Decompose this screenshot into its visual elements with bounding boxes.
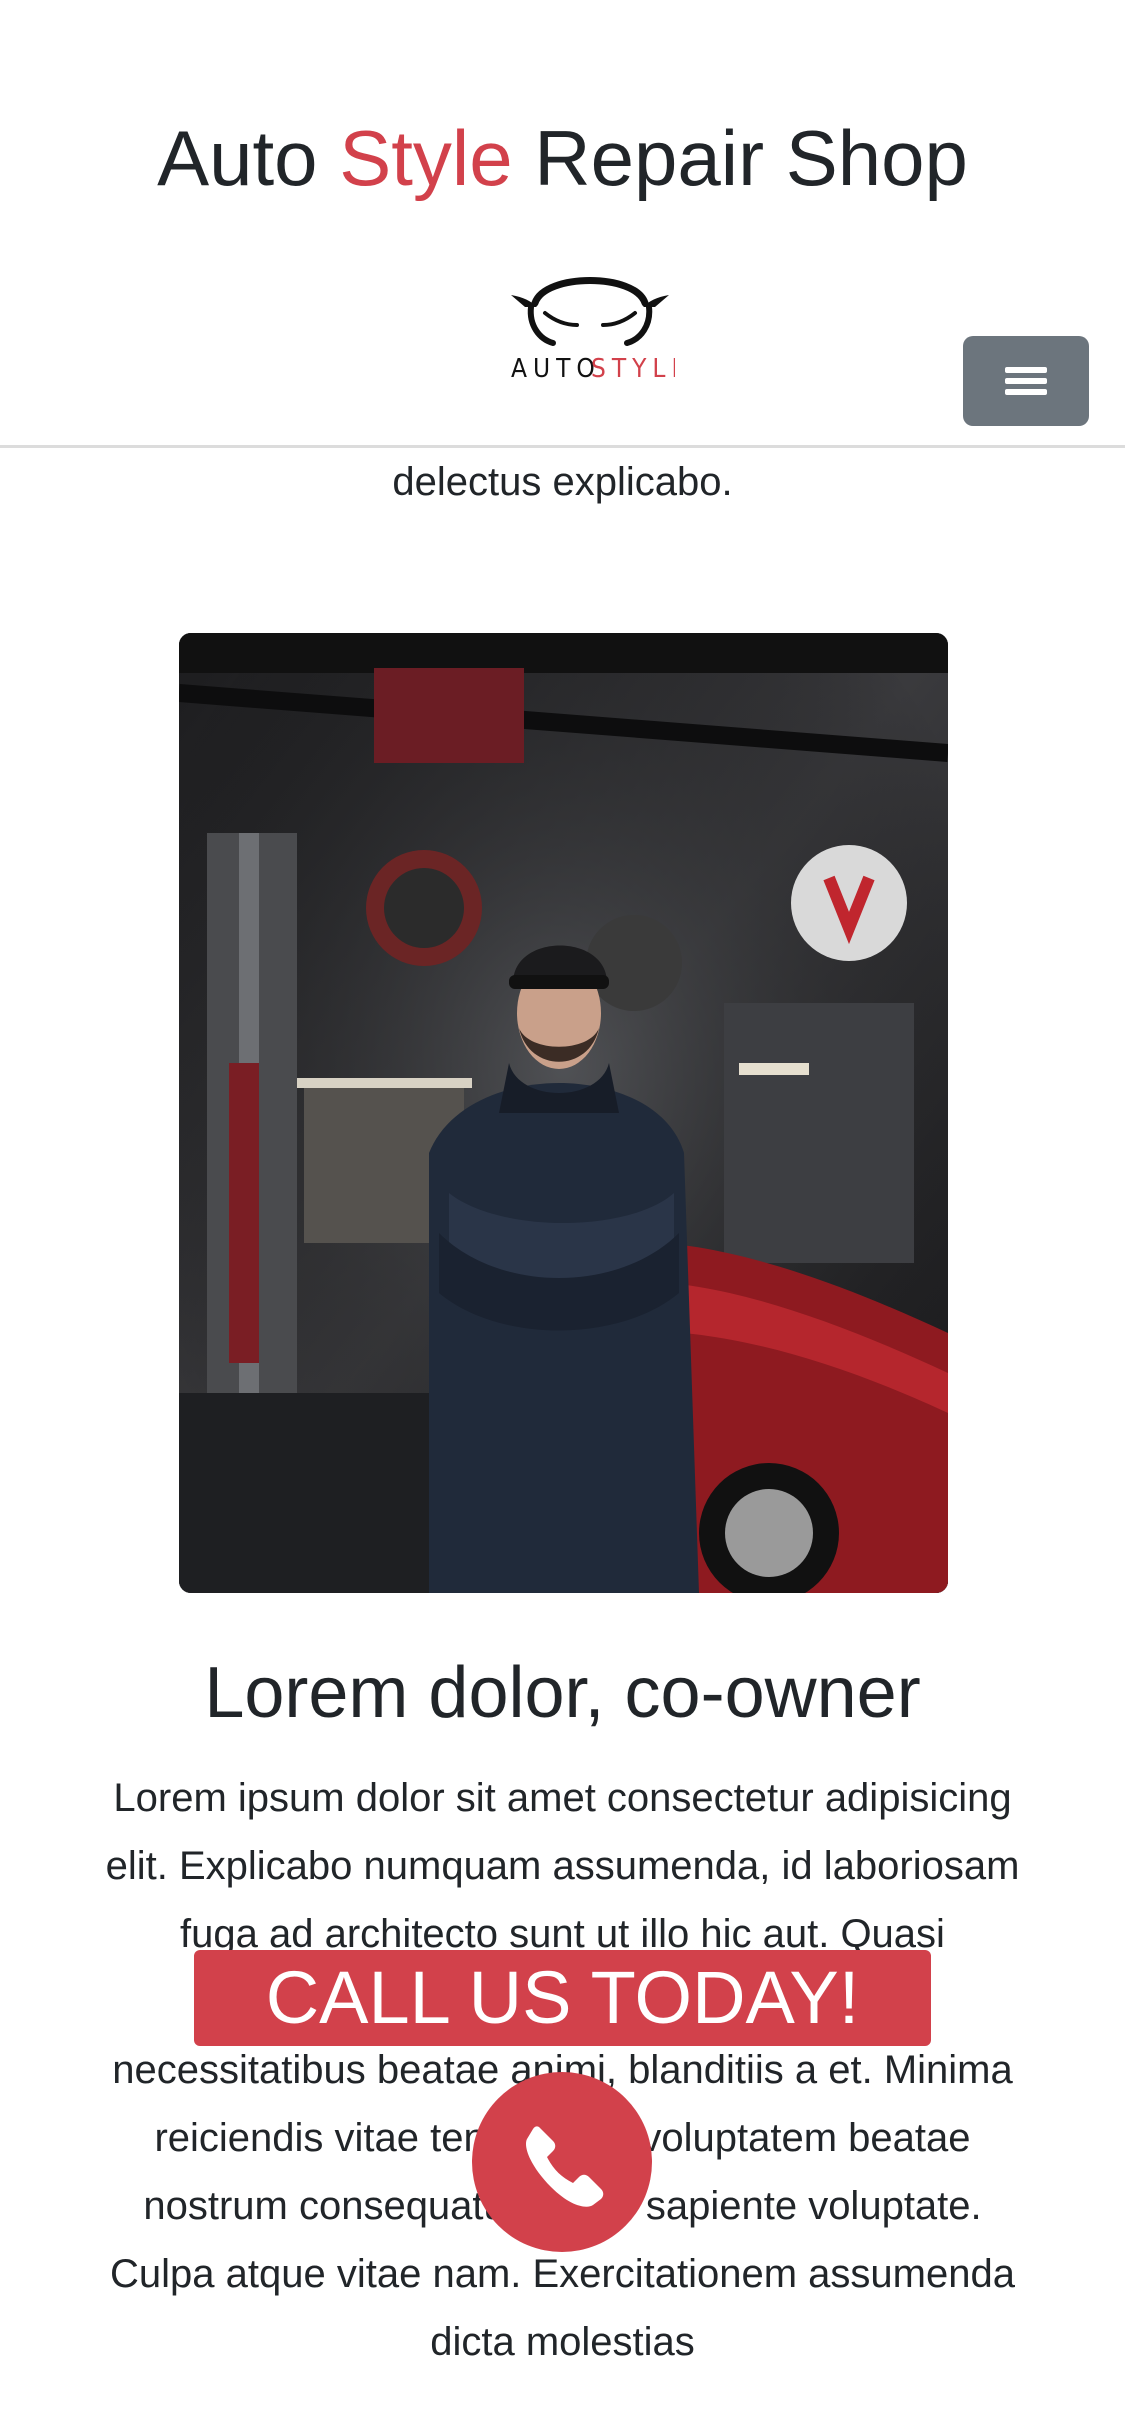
mechanic-photo (179, 633, 948, 1593)
site-title: Auto Style Repair Shop (0, 108, 1125, 208)
call-button[interactable] (472, 2072, 652, 2252)
autostyle-logo[interactable]: AUTO STYLE (505, 255, 675, 383)
site-title-part2: Repair Shop (512, 114, 968, 202)
site-header: Auto Style Repair Shop AUTO STYLE (0, 0, 1125, 448)
person-name-heading: Lorem dolor, co-owner (204, 1653, 921, 1733)
logo-text-accent: STYLE (591, 354, 675, 383)
call-us-today-button[interactable]: CALL US TODAY! (194, 1950, 931, 2046)
car-logo-icon: AUTO STYLE (511, 277, 675, 383)
phone-icon (526, 2126, 604, 2207)
person-bio: Lorem ipsum dolor sit amet consectetur a… (105, 1776, 1020, 2364)
site-title-part1: Auto (157, 114, 340, 202)
logo-text-dark: AUTO (511, 354, 601, 383)
previous-paragraph-tail: delectus explicabo. (392, 460, 733, 504)
mechanic-photo-image (179, 633, 948, 1593)
site-title-accent: Style (339, 114, 513, 202)
menu-toggle-button[interactable] (963, 336, 1089, 426)
